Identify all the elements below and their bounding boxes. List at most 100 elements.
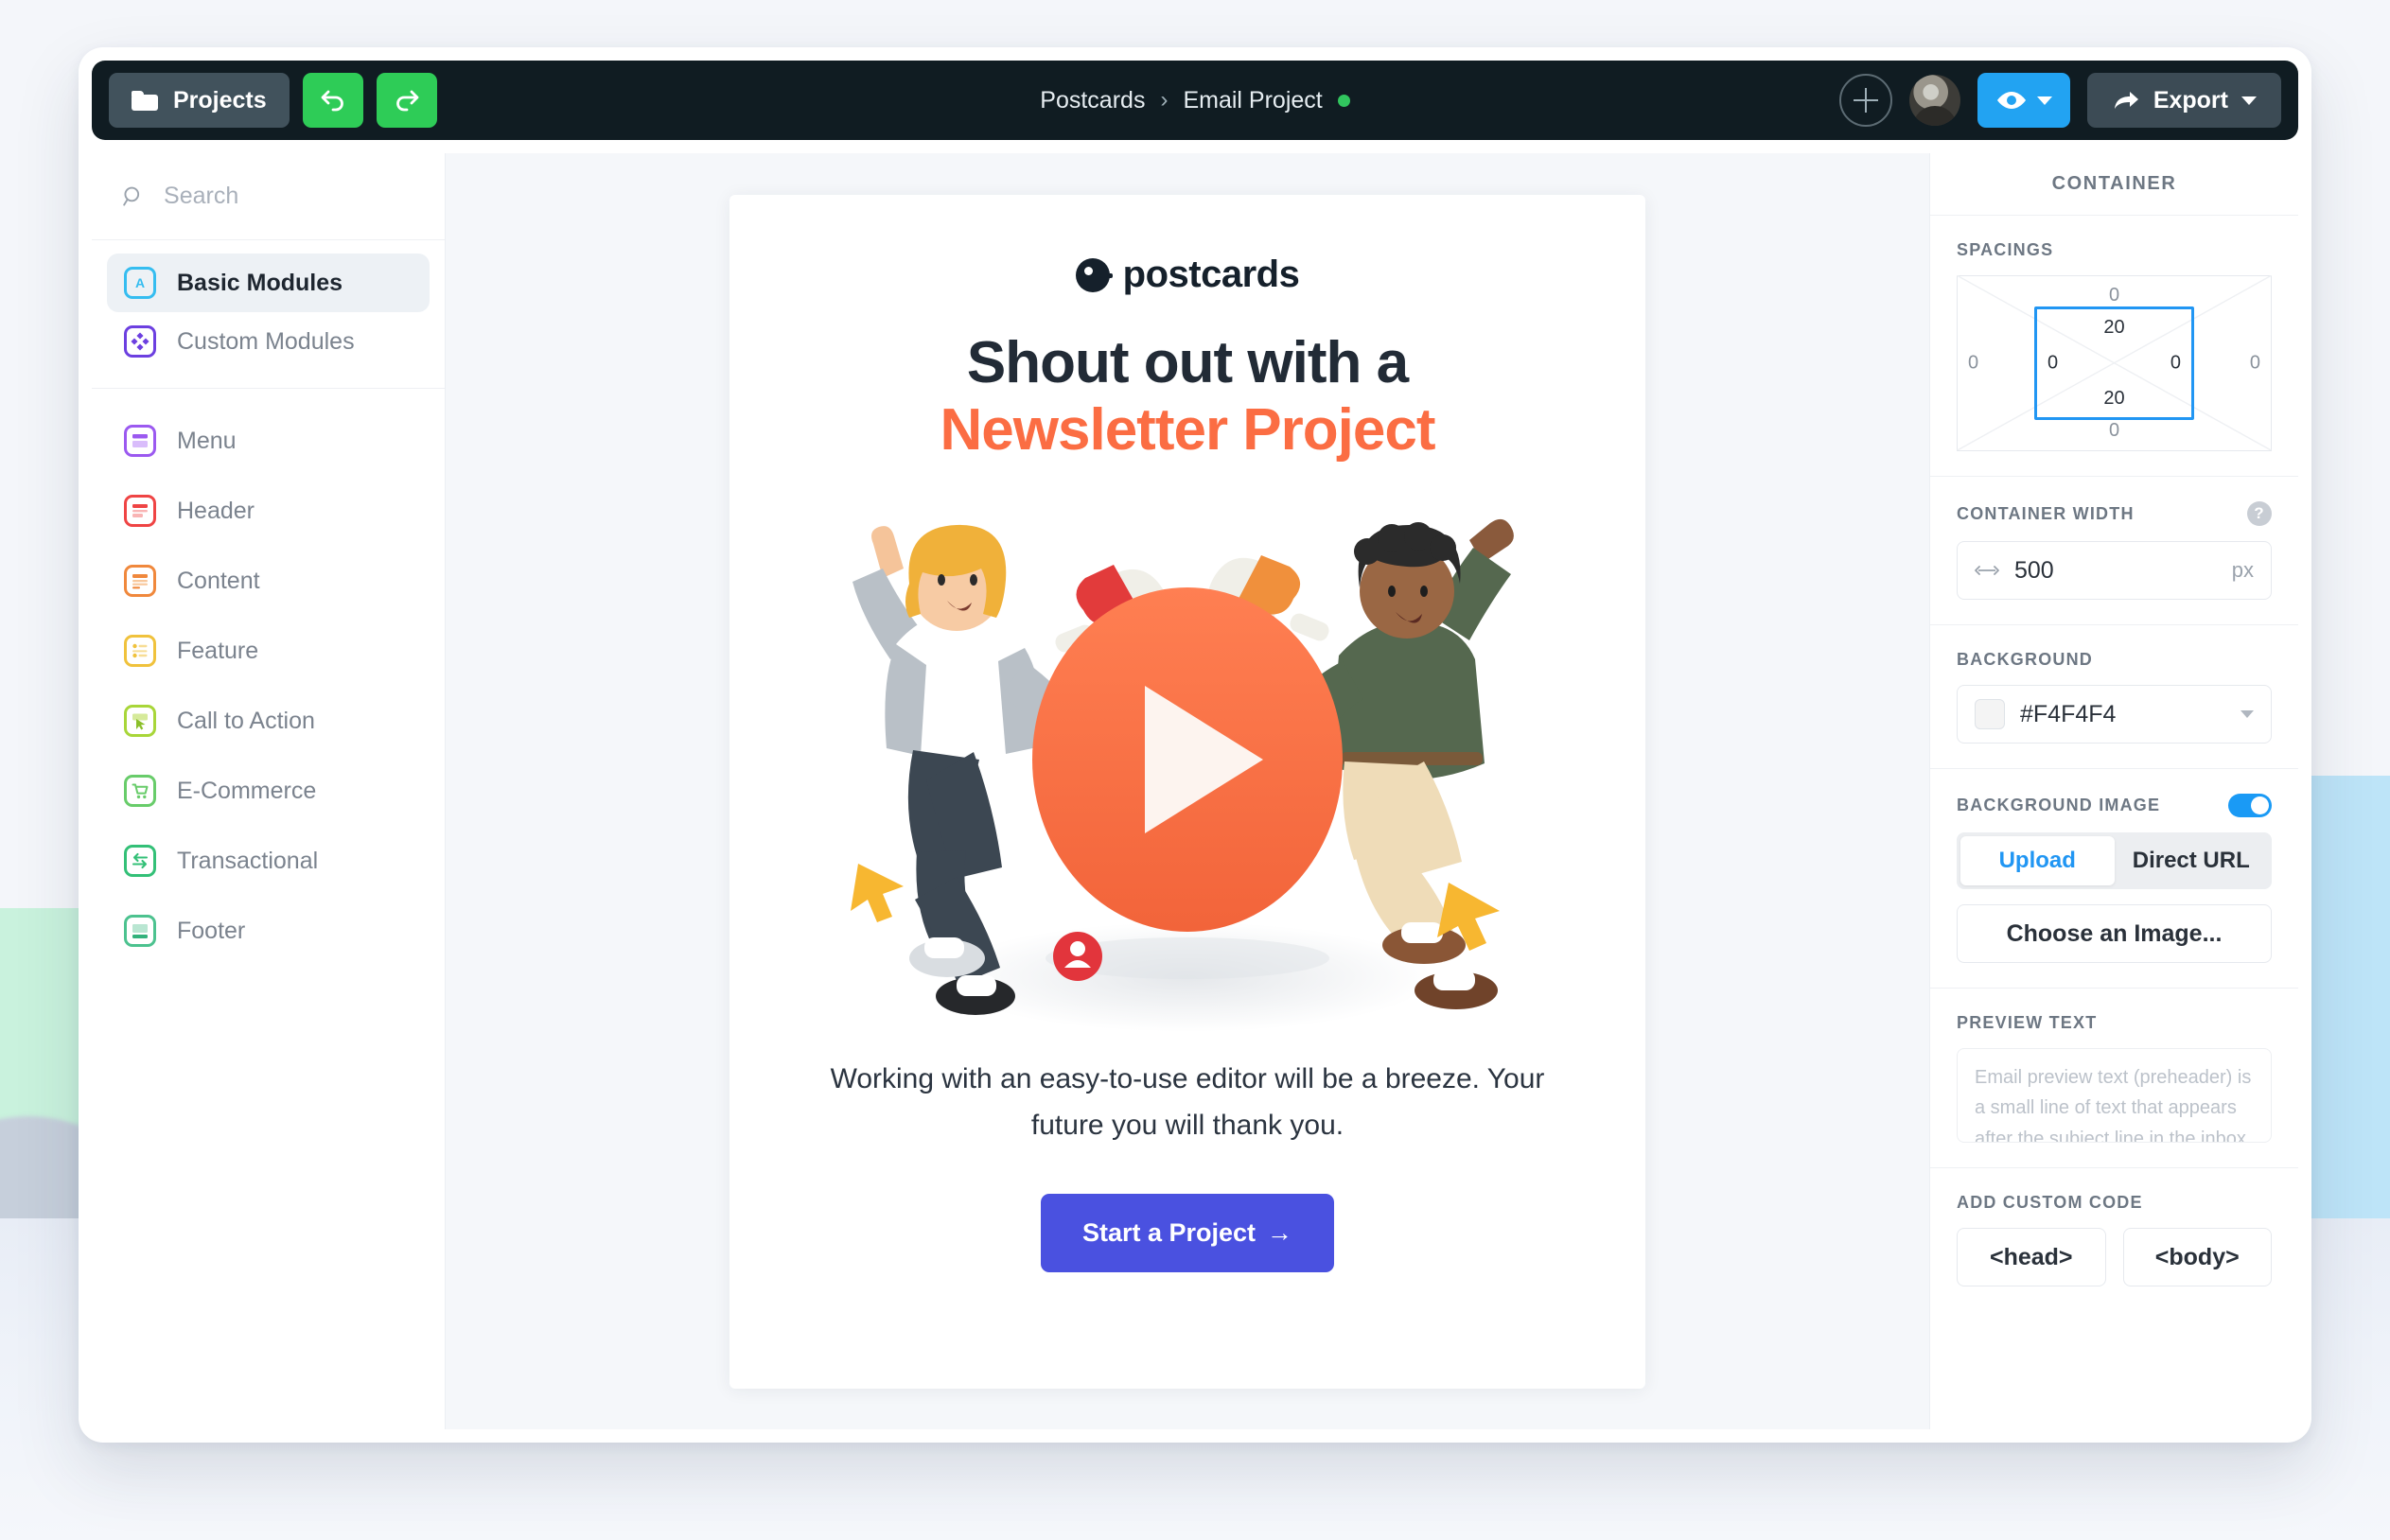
- preview-text-section: PREVIEW TEXT Email preview text (prehead…: [1930, 989, 2298, 1168]
- sidebar-item-label: Header: [177, 497, 255, 524]
- choose-image-button[interactable]: Choose an Image...: [1957, 904, 2272, 963]
- sidebar-item-label: Feature: [177, 637, 259, 664]
- export-button-label: Export: [2153, 86, 2228, 114]
- folder-icon: [132, 90, 158, 111]
- diamonds-icon: [124, 325, 156, 358]
- sidebar-item-call-to-action[interactable]: Call to Action: [107, 686, 430, 756]
- arrow-right-icon: →: [1267, 1218, 1293, 1248]
- padding-left-value[interactable]: 0: [2047, 353, 2058, 375]
- background-color-field[interactable]: #F4F4F4: [1957, 685, 2272, 744]
- preview-text-input[interactable]: Email preview text (preheader) is a smal…: [1957, 1048, 2272, 1143]
- spacings-label-text: SPACINGS: [1957, 240, 2054, 259]
- undo-arrow-icon: [321, 90, 343, 112]
- email-heading-line1: Shout out with a: [966, 330, 1409, 395]
- custom-code-header: ADD CUSTOM CODE: [1957, 1193, 2272, 1213]
- container-width-value: 500: [2014, 556, 2054, 584]
- status-dot: [1337, 94, 1350, 107]
- sidebar-item-custom-modules[interactable]: Custom Modules: [107, 312, 430, 371]
- module-list: Menu Header Content Feature Call to Acti…: [92, 389, 445, 983]
- breadcrumb-current[interactable]: Email Project: [1183, 87, 1322, 114]
- sidebar-item-label: Custom Modules: [177, 327, 355, 355]
- help-icon[interactable]: ?: [2247, 501, 2272, 526]
- color-swatch[interactable]: [1975, 699, 2005, 729]
- sidebar-item-content[interactable]: Content: [107, 546, 430, 616]
- video-play-illustration: [851, 518, 1514, 1032]
- hero-illustration[interactable]: [729, 485, 1645, 1053]
- background-image-toggle[interactable]: [2228, 794, 2272, 817]
- projects-button[interactable]: Projects: [109, 73, 290, 128]
- padding-top-value[interactable]: 20: [1957, 317, 2272, 339]
- sidebar-item-label: Call to Action: [177, 707, 315, 734]
- sidebar-item-basic-modules[interactable]: A Basic Modules: [107, 254, 430, 312]
- custom-code-buttons: <head> <body>: [1957, 1228, 2272, 1286]
- sidebar-item-label: E-Commerce: [177, 777, 317, 804]
- tab-direct-url[interactable]: Direct URL: [2115, 836, 2269, 885]
- body-code-button[interactable]: <body>: [2122, 1228, 2272, 1286]
- sidebar-item-header[interactable]: Header: [107, 476, 430, 546]
- sidebar-item-feature[interactable]: Feature: [107, 616, 430, 686]
- plus-icon-vertical: [1864, 88, 1868, 113]
- email-body-text: Working with an easy-to-use editor will …: [830, 1062, 1545, 1141]
- background-header: BACKGROUND: [1957, 650, 2272, 670]
- avatar[interactable]: [1908, 75, 1960, 126]
- letter-a-icon: A: [124, 267, 156, 299]
- feature-module-icon: [124, 635, 156, 667]
- email-container[interactable]: postcards Shout out with a Newsletter Pr…: [729, 195, 1645, 1389]
- sidebar-item-label: Transactional: [177, 847, 319, 874]
- email-canvas: postcards Shout out with a Newsletter Pr…: [446, 153, 1929, 1429]
- start-a-project-button[interactable]: Start a Project →: [1040, 1194, 1335, 1273]
- module-groups: A Basic Modules Custom Modules: [92, 240, 445, 389]
- breadcrumb-root[interactable]: Postcards: [1040, 87, 1145, 114]
- padding-right-value[interactable]: 0: [2170, 353, 2181, 375]
- toolbar-left-group: Projects: [109, 73, 437, 128]
- export-button[interactable]: Export: [2086, 73, 2281, 128]
- margin-left-value[interactable]: 0: [1968, 353, 1978, 375]
- content-module-icon: [124, 565, 156, 597]
- margin-right-value[interactable]: 0: [2250, 353, 2260, 375]
- left-sidebar: A Basic Modules Custom Modules: [92, 153, 446, 1429]
- sidebar-item-menu[interactable]: Menu: [107, 406, 430, 476]
- background-image-label: BACKGROUND IMAGE: [1957, 796, 2161, 814]
- eye-icon: [1996, 92, 2026, 109]
- email-cta-wrapper: Start a Project →: [729, 1194, 1645, 1273]
- panel-title: CONTAINER: [1930, 153, 2298, 216]
- chevron-down-icon[interactable]: [2241, 710, 2254, 718]
- undo-button[interactable]: [302, 73, 363, 128]
- custom-code-section: ADD CUSTOM CODE <head> <body>: [1930, 1168, 2298, 1311]
- app-window: Projects Postcards › Email Project Expor…: [79, 47, 2311, 1443]
- head-code-button[interactable]: <head>: [1957, 1228, 2106, 1286]
- cart-module-icon: [124, 775, 156, 807]
- background-label: BACKGROUND: [1957, 650, 2093, 669]
- chevron-down-icon: [2241, 96, 2257, 105]
- breadcrumb-separator-icon: ›: [1160, 87, 1169, 113]
- email-brand-logo: postcards: [729, 254, 1645, 296]
- share-arrow-icon: [2114, 92, 2138, 109]
- add-button[interactable]: [1838, 74, 1892, 127]
- top-toolbar: Projects Postcards › Email Project Expor…: [92, 61, 2298, 140]
- custom-code-label: ADD CUSTOM CODE: [1957, 1193, 2143, 1212]
- footer-module-icon: [124, 915, 156, 947]
- margin-top-value[interactable]: 0: [1957, 285, 2272, 306]
- svg-text:A: A: [135, 275, 145, 290]
- redo-button[interactable]: [376, 73, 437, 128]
- sidebar-item-footer[interactable]: Footer: [107, 896, 430, 966]
- header-module-icon: [124, 495, 156, 527]
- preview-text-label: PREVIEW TEXT: [1957, 1013, 2098, 1032]
- margin-bottom-value[interactable]: 0: [1957, 420, 2272, 442]
- search-bar[interactable]: [92, 153, 445, 240]
- sidebar-item-e-commerce[interactable]: E-Commerce: [107, 756, 430, 826]
- container-width-label: CONTAINER WIDTH: [1957, 503, 2135, 523]
- spacing-editor[interactable]: 0 0 0 0 20 20 0 0: [1957, 275, 2272, 451]
- padding-bottom-value[interactable]: 20: [1957, 388, 2272, 410]
- preview-button[interactable]: [1977, 73, 2070, 128]
- postcards-logo-icon: [1075, 257, 1113, 292]
- tab-upload[interactable]: Upload: [1960, 836, 2115, 885]
- sidebar-item-transactional[interactable]: Transactional: [107, 826, 430, 896]
- horizontal-resize-icon: [1975, 566, 1999, 575]
- background-image-header: BACKGROUND IMAGE: [1957, 794, 2272, 817]
- redo-arrow-icon: [395, 90, 419, 112]
- cta-label: Start a Project: [1081, 1218, 1257, 1248]
- search-input[interactable]: [164, 183, 414, 210]
- container-width-unit: px: [2231, 558, 2254, 582]
- container-width-field[interactable]: 500 px: [1957, 541, 2272, 600]
